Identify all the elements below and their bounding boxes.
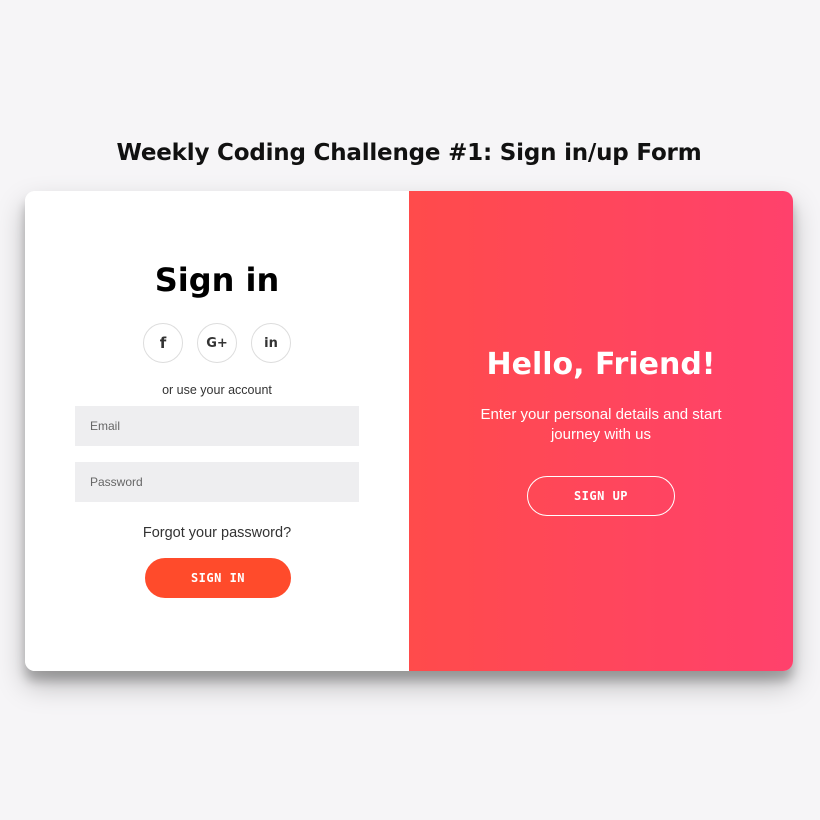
auth-card: Sign in f G+ in or use your account Forg… (25, 191, 793, 671)
facebook-icon[interactable]: f (143, 323, 183, 363)
linkedin-icon[interactable]: in (251, 323, 291, 363)
email-field[interactable] (75, 406, 359, 446)
alternative-login-text: or use your account (162, 383, 272, 397)
overlay-title: Hello, Friend! (486, 347, 716, 382)
page-title: Weekly Coding Challenge #1: Sign in/up F… (116, 140, 702, 166)
social-login-group: f G+ in (143, 323, 291, 363)
sign-in-title: Sign in (154, 261, 280, 299)
sign-up-overlay-panel: Hello, Friend! Enter your personal detai… (409, 191, 793, 671)
overlay-description: Enter your personal details and start jo… (480, 406, 722, 443)
forgot-password-link[interactable]: Forgot your password? (25, 525, 409, 541)
page: Weekly Coding Challenge #1: Sign in/up F… (0, 0, 820, 820)
sign-up-button[interactable]: SIGN UP (527, 476, 675, 516)
password-field[interactable] (75, 462, 359, 502)
sign-in-form: Sign in f G+ in or use your account Forg… (25, 191, 409, 671)
google-plus-icon[interactable]: G+ (197, 323, 237, 363)
sign-in-button[interactable]: SIGN IN (145, 558, 291, 598)
